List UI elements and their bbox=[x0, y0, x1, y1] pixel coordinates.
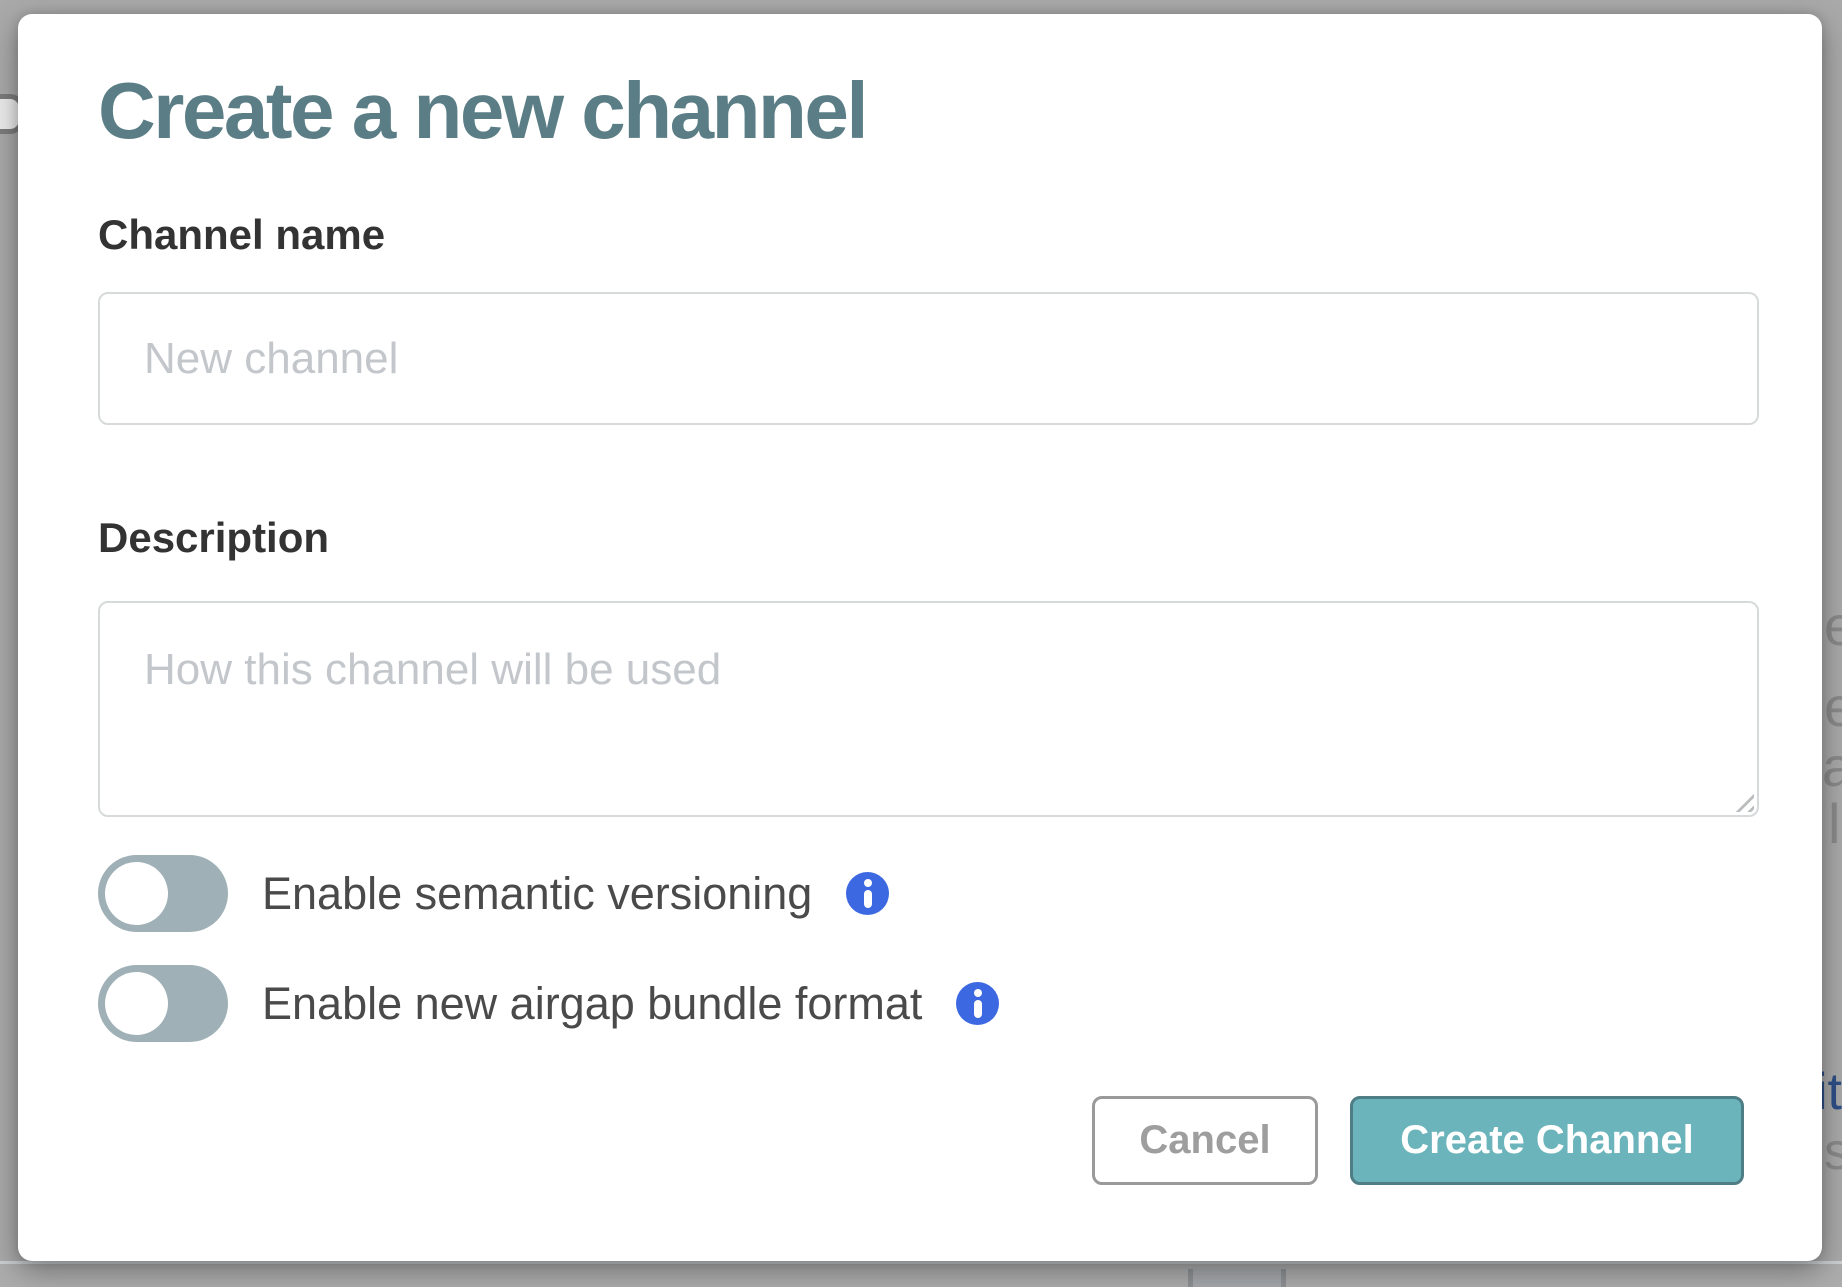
airgap-bundle-row: Enable new airgap bundle format bbox=[98, 965, 999, 1042]
create-channel-button[interactable]: Create Channel bbox=[1350, 1096, 1744, 1185]
channel-name-input[interactable] bbox=[98, 292, 1759, 425]
background-divider bbox=[1281, 1269, 1286, 1287]
background-divider bbox=[1188, 1269, 1193, 1287]
toggle-knob bbox=[105, 862, 168, 925]
channel-name-label: Channel name bbox=[98, 214, 385, 256]
background-text-fragment: e bbox=[1824, 598, 1842, 654]
info-icon[interactable] bbox=[846, 872, 889, 915]
semantic-versioning-toggle[interactable] bbox=[98, 855, 228, 932]
background-text-fragment: s bbox=[1824, 1126, 1842, 1178]
info-icon-stem bbox=[974, 1000, 982, 1018]
description-field-wrap bbox=[98, 601, 1759, 817]
semantic-versioning-label: Enable semantic versioning bbox=[262, 871, 812, 916]
background-text-fragment: l bbox=[1828, 796, 1840, 852]
create-channel-dialog: Create a new channel Channel name Descri… bbox=[18, 14, 1822, 1261]
description-label: Description bbox=[98, 517, 329, 559]
airgap-bundle-label: Enable new airgap bundle format bbox=[262, 981, 922, 1026]
background-text-fragment: e bbox=[1824, 679, 1842, 735]
info-icon[interactable] bbox=[956, 982, 999, 1025]
toggle-knob bbox=[105, 972, 168, 1035]
info-icon-dot bbox=[974, 989, 982, 997]
background-page-strip bbox=[0, 1261, 1842, 1287]
dialog-title: Create a new channel bbox=[98, 69, 866, 153]
airgap-bundle-toggle[interactable] bbox=[98, 965, 228, 1042]
semantic-versioning-row: Enable semantic versioning bbox=[98, 855, 889, 932]
info-icon-dot bbox=[864, 879, 872, 887]
info-icon-stem bbox=[864, 890, 872, 908]
description-textarea[interactable] bbox=[98, 601, 1759, 817]
background-text-fragment: a bbox=[1822, 739, 1842, 795]
background-cell bbox=[1193, 1269, 1281, 1287]
cancel-button[interactable]: Cancel bbox=[1092, 1096, 1318, 1185]
